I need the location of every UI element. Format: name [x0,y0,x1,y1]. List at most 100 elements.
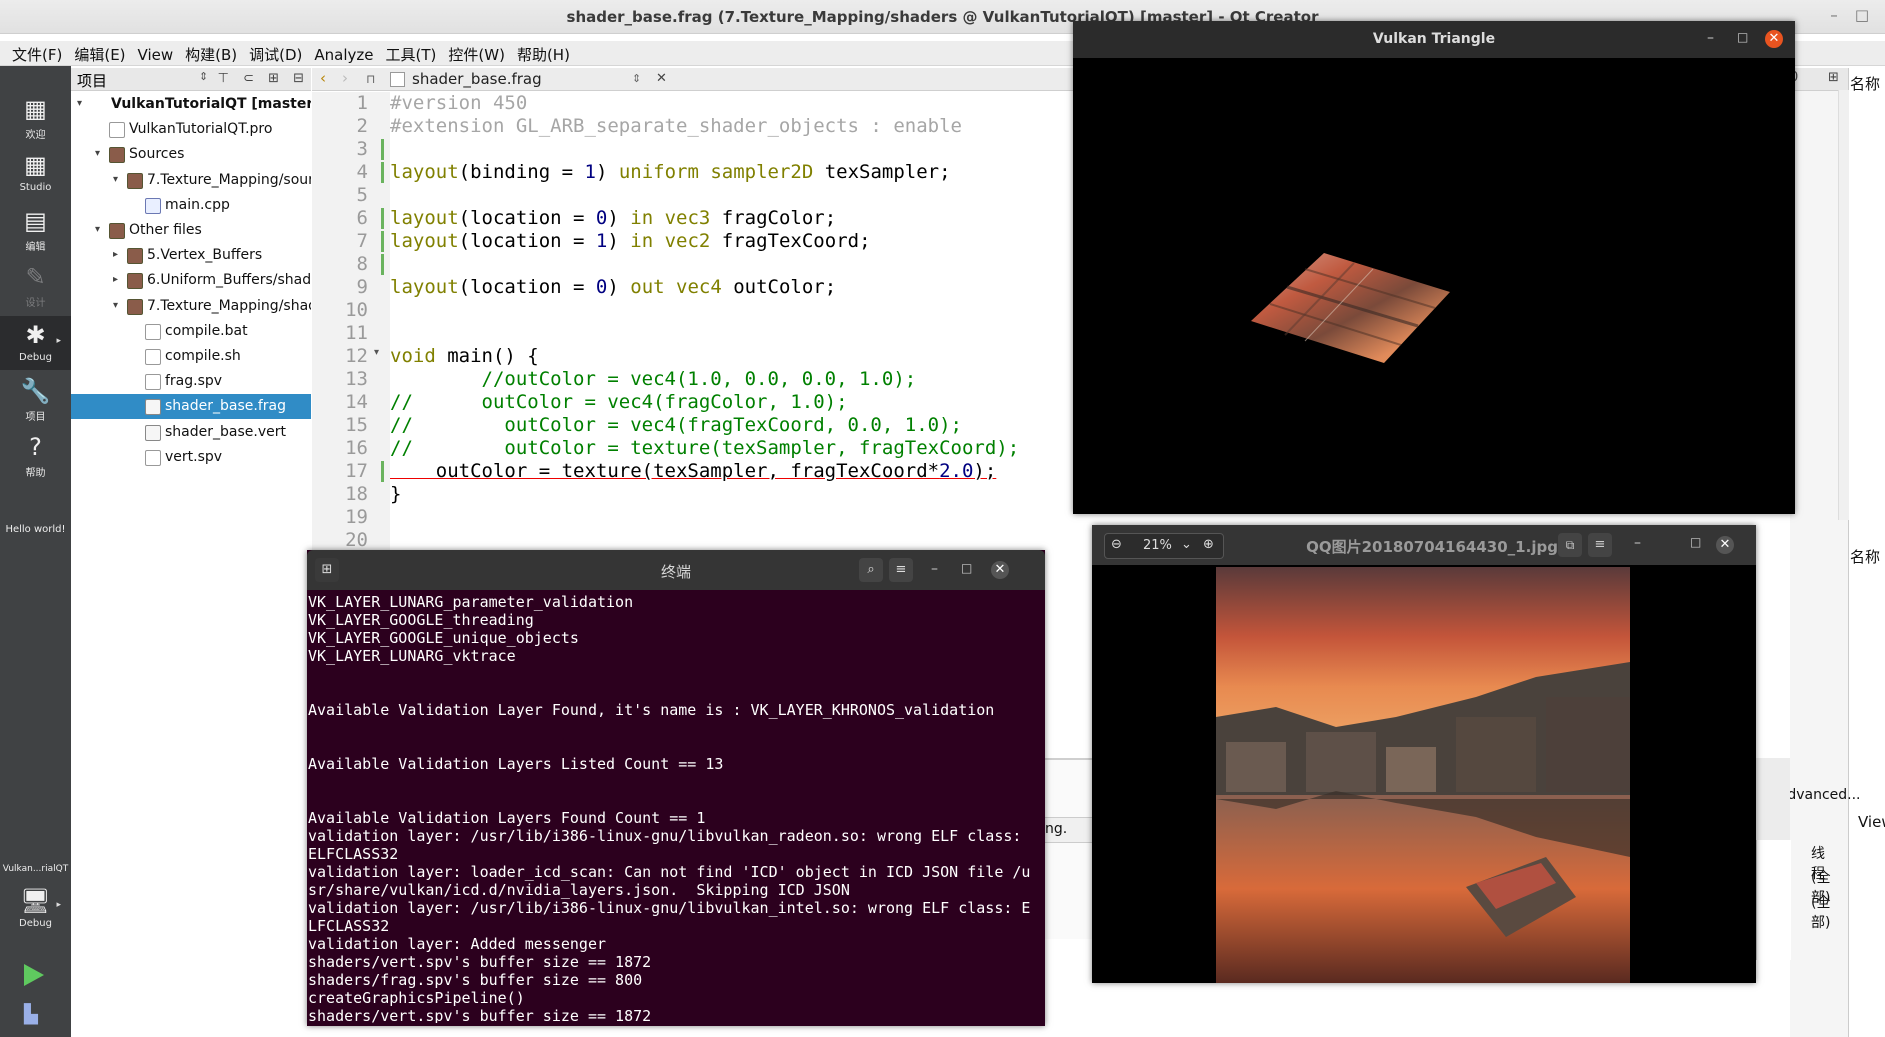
project-icon [91,97,105,111]
vulkan-window-title: Vulkan Triangle [1372,31,1496,47]
tree-item[interactable]: ▸ 6.Uniform_Buffers/shade [71,268,311,293]
pane-buttons[interactable]: ⊤ ⊂ ⊞ ⊟ [218,71,309,86]
fold-arrow-icon[interactable]: ▾ [374,347,379,358]
close-icon[interactable]: ✕ [991,561,1009,579]
zoom-control[interactable]: ⊖ 21% ⌄ ⊕ [1104,533,1224,559]
menu-item[interactable]: 文件(F) [0,41,68,65]
tree-item[interactable]: ▸ 5.Vertex_Buffers [71,243,311,268]
mode-sidebar: ▦ 欢迎 ▦ Studio ▤ 编辑 ✎ 设计 ✱ Debug ▸ 🔧 项目 ?… [0,66,71,1037]
run-icon[interactable] [24,964,44,986]
mode-edit[interactable]: ▤ 编辑 [0,202,71,256]
fullscreen-icon[interactable]: ⧉ [1558,533,1582,557]
tree-item[interactable]: ▾ VulkanTutorialQT [master] [71,92,311,117]
mode-projects[interactable]: 🔧 项目 [0,372,71,426]
menu-item[interactable]: Analyze [308,43,379,64]
line-number: 20 [345,529,368,551]
editor-toolbar: ‹ › ⊓ shader_base.frag ⇕ ✕ [312,68,1074,91]
menu-icon[interactable]: ≡ [889,558,913,582]
chevron-right-icon[interactable]: ▸ [113,274,118,285]
mode-debug[interactable]: ✱ Debug ▸ [0,316,71,370]
views-label[interactable]: Views [1858,813,1885,831]
name-column-header: 名称 [1850,75,1881,93]
scrollbar[interactable] [1838,90,1849,520]
tree-item[interactable]: ▾ 7.Texture_Mapping/shade [71,294,311,319]
line-number: 9 [356,276,368,298]
chevron-down-icon[interactable]: ▾ [113,174,118,185]
tree-item[interactable]: shader_base.frag [71,394,311,420]
terminal-output[interactable]: VK_LAYER_LUNARG_parameter_validation VK_… [308,593,1044,1023]
tree-item-label: shader_base.vert [165,423,286,440]
close-icon[interactable]: ✕ [1716,536,1734,554]
chevron-down-icon[interactable]: ▾ [95,224,100,235]
split-icon[interactable]: ⊞ [1828,70,1839,85]
tree-item[interactable]: vert.spv [71,445,311,470]
change-marker [381,231,384,252]
chevron-down-icon[interactable]: ▾ [113,300,118,311]
minimize-icon[interactable]: – [931,561,938,577]
menu-item[interactable]: 构建(B) [179,41,243,65]
lock-icon[interactable]: ⊓ [366,72,375,86]
tree-item[interactable]: ▾ Other files [71,218,311,243]
line-number: 8 [356,253,368,275]
grid-icon: ▦ [24,151,47,179]
folder-icon [109,147,125,164]
advanced-button[interactable]: Advanced... [1778,787,1861,803]
file-dropdown-icon[interactable]: ⇕ [632,72,641,85]
menu-item[interactable]: View [132,43,180,64]
code-line: // outColor = vec4(fragTexCoord, 0.0, 1.… [390,414,962,436]
zoom-out-icon[interactable]: ⊖ [1111,537,1122,552]
editor-filename[interactable]: shader_base.frag [412,70,542,88]
tree-item[interactable]: main.cpp [71,193,311,218]
chevron-down-icon[interactable]: ▾ [95,148,100,159]
menu-item[interactable]: 编辑(E) [68,41,131,65]
search-icon[interactable]: ⌕ [859,558,883,582]
project-pane-title: 项目 [77,72,108,90]
mode-label: 欢迎 [25,130,46,141]
chevron-down-icon[interactable]: ⌄ [1181,537,1192,552]
minimize-icon[interactable]: – [1707,30,1714,46]
tree-item[interactable]: ▾ 7.Texture_Mapping/sourc [71,168,311,193]
help-icon: ? [29,433,42,461]
tree-item[interactable]: shader_base.vert [71,420,311,445]
close-icon[interactable]: ✕ [1765,30,1783,48]
menu-item[interactable]: 帮助(H) [511,41,576,65]
maximize-icon[interactable]: □ [1690,535,1701,549]
code-line: void main() { [390,345,539,367]
code-editor[interactable]: #version 450 #extension GL_ARB_separate_s… [390,92,1080,552]
code-line: outColor = texture(texSampler, fragTexCo… [390,460,997,482]
line-number: 11 [345,322,368,344]
back-arrow-icon[interactable]: ‹ [320,69,326,87]
close-icon[interactable]: ✕ [656,71,667,86]
mode-studio[interactable]: ▦ Studio [0,146,71,200]
debug-run-icon[interactable]: ▙ [24,1004,44,1026]
tree-item[interactable]: frag.spv [71,369,311,394]
image-viewer-title: QQ图片20180704164430_1.jpg [1306,538,1558,556]
maximize-icon[interactable]: □ [1737,30,1748,44]
mode-help[interactable]: ? 帮助 [0,428,71,482]
maximize-icon[interactable]: □ [961,561,972,575]
line-number: 5 [356,184,368,206]
tree-item[interactable]: ▾ Sources [71,142,311,167]
mode-label: 项目 [25,412,46,423]
menu-item[interactable]: 控件(W) [442,41,511,65]
minimize-icon[interactable]: – [1634,535,1641,551]
kit-selector[interactable]: 🖥 Debug ▸ [0,882,71,936]
menu-item[interactable]: 工具(T) [380,41,443,65]
zoom-in-icon[interactable]: ⊕ [1203,537,1214,552]
mode-design[interactable]: ✎ 设计 [0,258,71,312]
chevron-down-icon[interactable]: ▾ [77,98,82,109]
tree-item[interactable]: VulkanTutorialQT.pro [71,117,311,142]
tree-item[interactable]: compile.bat [71,319,311,344]
sort-icon[interactable]: ⇕ [199,70,208,83]
tree-item-label: vert.spv [165,448,223,465]
chevron-right-icon[interactable]: ▸ [113,249,118,260]
minimize-icon[interactable]: – [1824,6,1844,26]
document-icon: ▤ [24,207,47,235]
tree-item[interactable]: compile.sh [71,344,311,369]
mode-label: 编辑 [25,242,46,253]
mode-welcome[interactable]: ▦ 欢迎 [0,90,71,144]
forward-arrow-icon[interactable]: › [342,69,348,87]
menu-icon[interactable]: ≡ [1588,533,1612,557]
maximize-icon[interactable]: □ [1852,6,1872,26]
menu-item[interactable]: 调试(D) [243,41,308,65]
